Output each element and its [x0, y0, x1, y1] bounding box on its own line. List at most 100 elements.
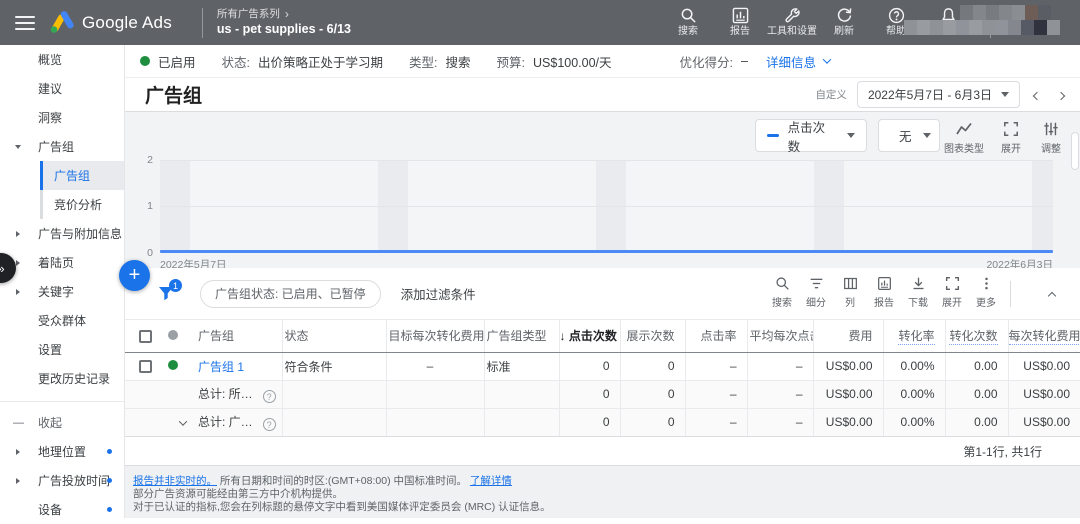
row-ad-group-type: 标准: [484, 352, 559, 380]
topbar-divider: [202, 8, 203, 38]
chevron-down-icon: [15, 145, 21, 149]
col-header-status[interactable]: 状态: [282, 320, 386, 352]
chevron-down-icon[interactable]: [823, 55, 831, 63]
table-report-button[interactable]: 报告: [867, 276, 901, 309]
sidebar-item-overview[interactable]: 概览: [0, 45, 124, 74]
row-status-value: 符合条件: [282, 352, 386, 380]
table-header-row: 广告组 状态 目标每次转化费用 广告组类型 ↓ 点击次数 展示次数 点击率 平均…: [125, 320, 1080, 352]
table-segment-button[interactable]: 细分: [799, 276, 833, 309]
row-conversions: 0.00: [945, 352, 1008, 380]
menu-icon[interactable]: [15, 16, 35, 30]
status-value[interactable]: 出价策略正处于学习期: [258, 52, 383, 71]
chevron-right-icon: [16, 289, 20, 295]
sidebar-item-ad-groups-parent[interactable]: 广告组: [0, 132, 124, 161]
product-name: Google Ads: [82, 13, 172, 33]
col-header-ad-group[interactable]: 广告组: [196, 320, 282, 352]
sidebar-item-ad-groups[interactable]: 广告组: [43, 161, 124, 190]
table-download-button[interactable]: 下载: [901, 276, 935, 309]
sidebar-item-audiences[interactable]: 受众群体: [0, 306, 124, 335]
sidebar-item-locations[interactable]: 地理位置: [0, 437, 124, 466]
secondary-metric-dropdown[interactable]: 无: [878, 119, 940, 152]
account-info-redacted[interactable]: [946, 5, 1076, 39]
sidebar-item-recommendations[interactable]: 建议: [0, 74, 124, 103]
col-header-conversions[interactable]: 转化次数: [945, 320, 1008, 352]
sidebar-item-insights[interactable]: 洞察: [0, 103, 124, 132]
notification-dot: [107, 478, 112, 483]
col-header-impressions[interactable]: 展示次数: [620, 320, 685, 352]
chart-type-button[interactable]: 图表类型: [941, 121, 987, 155]
chevron-down-icon[interactable]: [179, 417, 187, 425]
ad-group-link[interactable]: 广告组 1: [198, 360, 244, 374]
row-cost-per-conv: US$0.00: [1008, 352, 1080, 380]
row-cost: US$0.00: [813, 352, 883, 380]
notification-dot: [107, 507, 112, 512]
primary-metric-dropdown[interactable]: 点击次数: [755, 119, 867, 152]
topbar-tools-settings-button[interactable]: 工具和设置: [766, 0, 818, 45]
total-row-ad-groups: 总计: 广…? 0 0 – – US$0.00 0.00% 0.00 US$0.…: [125, 408, 1080, 436]
table-more-button[interactable]: 更多: [969, 276, 1003, 309]
sidebar-item-landing-pages[interactable]: 着陆页: [0, 248, 124, 277]
chart-adjust-button[interactable]: 调整: [1028, 121, 1074, 155]
chart-plot-area[interactable]: [160, 160, 1053, 253]
col-header-target-cpa[interactable]: 目标每次转化费用: [386, 320, 484, 352]
sidebar-item-collapse[interactable]: — 收起: [0, 408, 124, 437]
add-filter-button[interactable]: 添加过滤条件: [401, 284, 476, 303]
select-all-checkbox[interactable]: [139, 330, 152, 343]
help-icon[interactable]: ?: [263, 390, 276, 403]
table-columns-button[interactable]: 列: [833, 276, 867, 309]
gridline-y1: [160, 206, 1053, 207]
row-name-cell: 广告组 1: [196, 352, 282, 380]
chevron-right-icon: [16, 260, 20, 266]
empty-cell: [386, 408, 484, 436]
topbar-refresh-button[interactable]: 刷新: [818, 0, 870, 45]
chart-panel: 点击次数 无 图表类型 展开: [125, 112, 1080, 268]
type-label: 类型:: [409, 52, 437, 71]
google-ads-logo[interactable]: Google Ads: [49, 11, 172, 35]
total-ctr: –: [685, 408, 747, 436]
table-expand-button[interactable]: 展开: [935, 276, 969, 309]
col-header-cost-per-conv[interactable]: 每次转化费用: [1008, 320, 1080, 352]
col-header-ctr[interactable]: 点击率: [685, 320, 747, 352]
sidebar-item-ad-schedule[interactable]: 广告投放时间: [0, 466, 124, 495]
col-header-conv-rate[interactable]: 转化率: [883, 320, 945, 352]
help-icon[interactable]: ?: [263, 418, 276, 431]
sidebar-item-ads-extensions[interactable]: 广告与附加信息: [0, 219, 124, 248]
topbar-reports-button[interactable]: 报告: [714, 0, 766, 45]
col-header-cost[interactable]: 费用: [813, 320, 883, 352]
date-next-button[interactable]: [1054, 84, 1068, 106]
learn-more-link[interactable]: 了解详情: [470, 475, 512, 487]
total-impressions: 0: [620, 380, 685, 408]
filter-button[interactable]: 1: [158, 286, 174, 301]
sidebar-item-devices[interactable]: 设备: [0, 495, 124, 524]
col-header-avg-cpc[interactable]: 平均每次点击费用: [747, 320, 813, 352]
breadcrumb[interactable]: 所有广告系列 › us - pet supplies - 6/13: [217, 7, 351, 38]
add-ad-group-button[interactable]: +: [119, 260, 150, 291]
row-checkbox[interactable]: [139, 360, 152, 373]
status-dot-header: [162, 320, 196, 352]
report-icon: [877, 276, 892, 291]
row-ctr: –: [685, 352, 747, 380]
breadcrumb-root[interactable]: 所有广告系列: [217, 8, 280, 21]
sidebar-item-settings[interactable]: 设置: [0, 335, 124, 364]
sidebar-item-keywords[interactable]: 关键字: [0, 277, 124, 306]
date-range-picker[interactable]: 2022年5月7日 - 6月3日: [857, 81, 1020, 108]
reports-not-realtime-link[interactable]: 报告并非实时的。: [133, 475, 217, 487]
sidebar-item-auction-insights[interactable]: 竞价分析: [43, 190, 124, 219]
scrollbar-thumb[interactable]: [1071, 132, 1079, 170]
page-header: 广告组 自定义 2022年5月7日 - 6月3日: [125, 78, 1080, 112]
date-prev-button[interactable]: [1030, 84, 1044, 106]
collapse-table-button[interactable]: [1049, 288, 1055, 302]
sidebar-item-change-history[interactable]: 更改历史记录: [0, 364, 124, 393]
pagination-bar: 第1-1行, 共1行: [125, 436, 1080, 466]
ad-groups-table: 广告组 状态 目标每次转化费用 广告组类型 ↓ 点击次数 展示次数 点击率 平均…: [125, 320, 1080, 437]
topbar-search-button[interactable]: 搜索: [662, 0, 714, 45]
account-blur-row-1: [960, 5, 1051, 20]
budget-value[interactable]: US$100.00/天: [533, 52, 612, 71]
table-search-button[interactable]: 搜索: [765, 276, 799, 309]
details-link[interactable]: 详细信息: [766, 52, 816, 71]
table-actions: 搜索 细分 列: [765, 276, 1018, 309]
filter-chip[interactable]: 广告组状态: 已启用、已暂停: [200, 280, 381, 308]
table-row: 广告组 1 符合条件 – 标准 0 0 – – US$0.00 0.00% 0.…: [125, 352, 1080, 380]
col-header-clicks-sorted[interactable]: ↓ 点击次数: [559, 320, 620, 352]
col-header-ad-group-type[interactable]: 广告组类型: [484, 320, 559, 352]
